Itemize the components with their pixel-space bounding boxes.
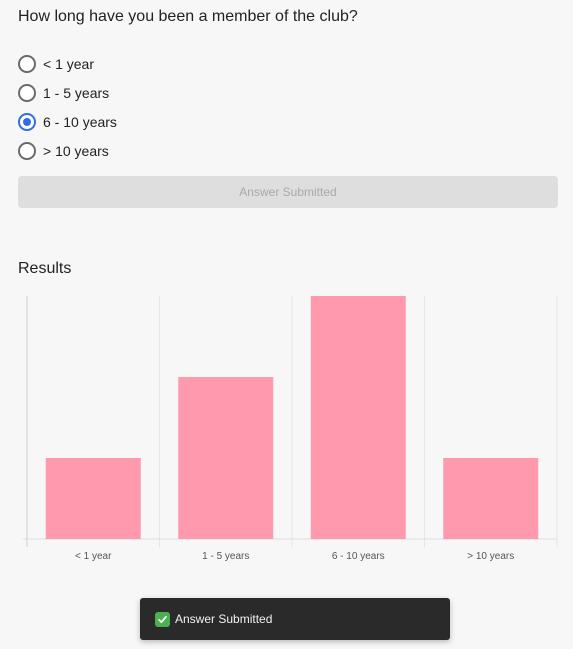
answer-options: < 1 year 1 - 5 years 6 - 10 years > 10 y… [18, 49, 117, 165]
x-tick-label: 6 - 10 years [332, 551, 385, 562]
option-label: 6 - 10 years [43, 113, 117, 130]
results-title: Results [18, 260, 72, 277]
toast-notification: Answer Submitted [140, 598, 450, 640]
option-1-5-years[interactable]: 1 - 5 years [18, 78, 117, 107]
check-icon [155, 611, 170, 627]
radio-button[interactable] [18, 141, 36, 160]
option-label: 1 - 5 years [43, 84, 110, 101]
option-less-than-1-year[interactable]: < 1 year [18, 49, 117, 78]
x-tick-label: 1 - 5 years [202, 551, 249, 562]
bar [310, 296, 406, 539]
option-label: < 1 year [43, 55, 94, 72]
submit-button[interactable]: Answer Submitted [18, 176, 558, 208]
bar [178, 377, 274, 539]
radio-button[interactable] [18, 112, 36, 131]
option-6-10-years[interactable]: 6 - 10 years [18, 107, 117, 136]
radio-button[interactable] [18, 54, 36, 73]
radio-button[interactable] [18, 83, 36, 102]
toast-text: Answer Submitted [175, 612, 273, 626]
question-text: How long have you been a member of the c… [18, 8, 358, 25]
x-tick-label: > 10 years [467, 551, 514, 562]
bar [45, 458, 141, 539]
x-tick-label: < 1 year [75, 551, 112, 562]
results-bar-chart: < 1 year 1 - 5 years 6 - 10 years > 10 year… [23, 296, 558, 562]
results-chart: < 1 year 1 - 5 years 6 - 10 years > 10 year… [0, 290, 573, 570]
bar [443, 458, 539, 539]
option-more-than-10-years[interactable]: > 10 years [18, 136, 117, 165]
option-label: > 10 years [43, 142, 109, 159]
poll-page: How long have you been a member of the c… [0, 0, 573, 649]
